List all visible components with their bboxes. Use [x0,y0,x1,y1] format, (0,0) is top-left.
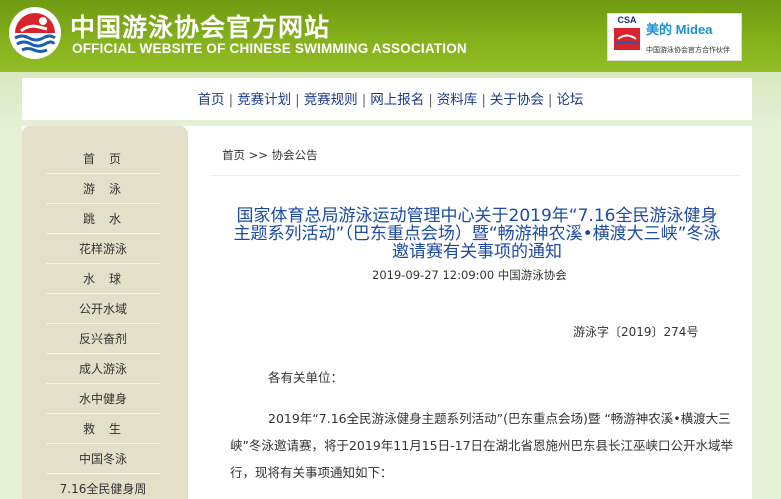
left-background [0,126,22,499]
breadcrumb-separator: >> [248,148,268,162]
breadcrumb-current[interactable]: 协会公告 [272,148,318,162]
site-subtitle: OFFICIAL WEBSITE OF CHINESE SWIMMING ASS… [72,41,467,56]
sidebar-item-lifesaving[interactable]: 救生 [46,414,160,444]
article-paragraph-text: 2019年“7.16全民游泳健身主题系列活动”(巴东重点会场)暨 “畅游神农溪•… [230,411,734,480]
nav-item-database[interactable]: 资料库 [437,92,478,108]
nav-separator: | [547,92,553,108]
sidebar: 首页 游泳 跳水 花样游泳 水球 公开水域 反兴奋剂 成人游泳 水中健身 救生 … [22,126,188,499]
article-meta: 2019-09-27 12:09:00 中国游泳协会 [372,268,567,282]
sidebar-item-fitness-week[interactable]: 7.16全民健身周 [46,474,160,499]
salutation: 各有关单位： [268,370,344,385]
right-background [752,126,781,499]
breadcrumb-home[interactable]: 首页 [222,148,245,162]
nav-item-about[interactable]: 关于协会 [490,92,544,108]
sidebar-item-swimming[interactable]: 游泳 [46,174,160,204]
nav-separator: | [361,92,367,108]
divider [210,175,740,176]
sidebar-item-adult-swimming[interactable]: 成人游泳 [46,354,160,384]
sidebar-item-anti-doping[interactable]: 反兴奋剂 [46,324,160,354]
article-paragraph: 2019年“7.16全民游泳健身主题系列活动”(巴东重点会场)暨 “畅游神农溪•… [230,405,742,486]
sponsor-tagline: 中国游泳协会官方合作伙伴 [646,46,730,54]
site-title: 中国游泳协会官方网站 [70,13,331,42]
nav-separator: | [228,92,234,108]
nav-item-online-registration[interactable]: 网上报名 [370,92,424,108]
sidebar-item-open-water[interactable]: 公开水域 [46,294,160,324]
site-header: 中国游泳协会官方网站 OFFICIAL WEBSITE OF CHINESE S… [0,0,781,72]
nav-separator: | [295,92,300,108]
sidebar-item-synchronized-swimming[interactable]: 花样游泳 [46,234,160,264]
sponsor-banner[interactable]: CSA 美的 Midea 中国游泳协会官方合作伙伴 [607,13,742,61]
sidebar-item-home[interactable]: 首页 [46,144,160,174]
sidebar-item-winter-swimming[interactable]: 中国冬泳 [46,444,160,474]
main-nav: 首页 | 竞赛计划 | 竞赛规则 | 网上报名 | 资料库 | 关于协会 | 论坛 [0,88,781,108]
nav-item-competition-rules[interactable]: 竞赛规则 [304,92,358,108]
nav-item-home[interactable]: 首页 [198,92,225,108]
csa-text: CSA [617,15,637,25]
csa-logo-icon[interactable] [9,7,61,59]
nav-item-forum[interactable]: 论坛 [556,92,583,108]
nav-separator: | [481,92,486,108]
nav-item-competition-plan[interactable]: 竞赛计划 [237,92,291,108]
document-number: 游泳字〔2019〕274号 [573,325,699,339]
sidebar-item-water-polo[interactable]: 水球 [46,264,160,294]
midea-logo: 美的 Midea [646,22,713,37]
article-title: 国家体育总局游泳运动管理中心关于2019年“7.16全民游泳健身主题系列活动”（… [233,206,721,262]
sidebar-item-aqua-fitness[interactable]: 水中健身 [46,384,160,414]
sidebar-item-diving[interactable]: 跳水 [46,204,160,234]
nav-separator: | [428,92,433,108]
breadcrumb: 首页 >> 协会公告 [222,147,318,163]
